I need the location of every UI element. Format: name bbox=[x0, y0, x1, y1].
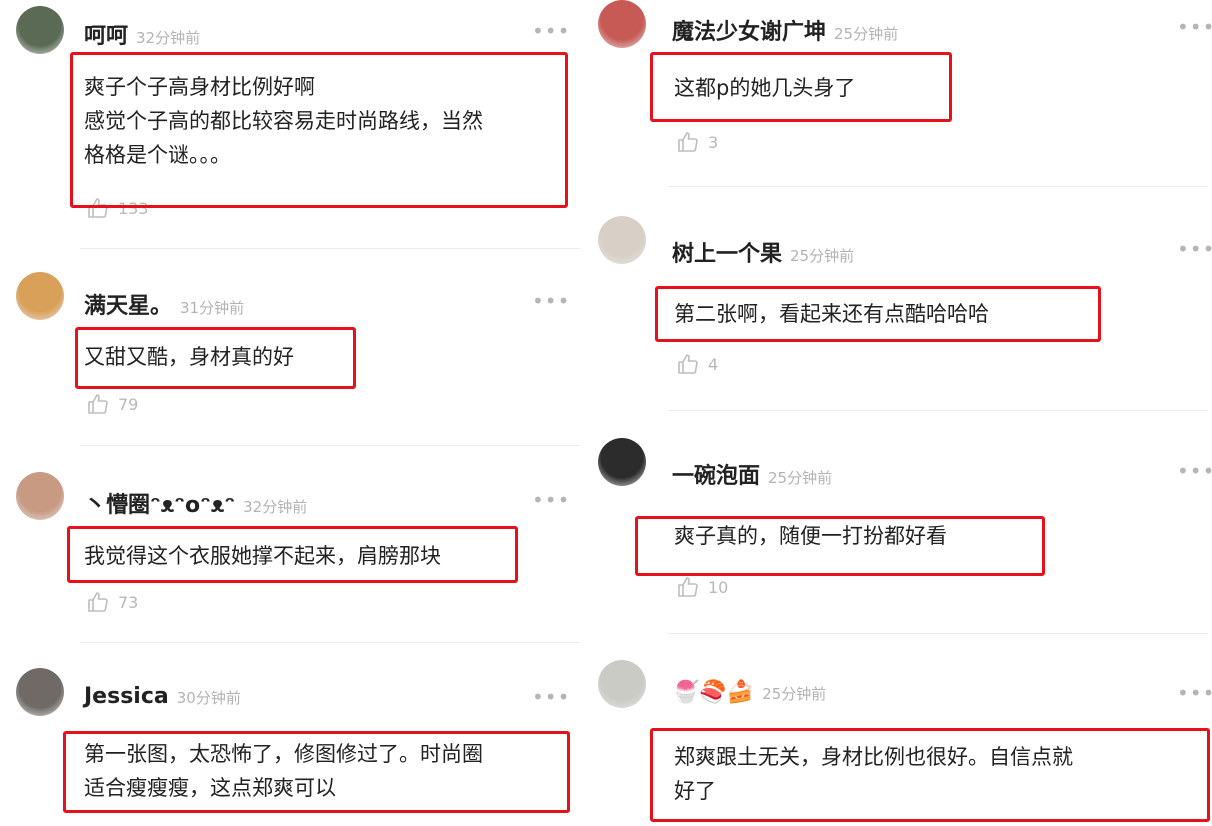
avatar[interactable] bbox=[16, 6, 64, 54]
timestamp: 30分钟前 bbox=[176, 689, 241, 707]
comment-header: Jessica 30分钟前 bbox=[84, 684, 241, 709]
timestamp: 25分钟前 bbox=[834, 25, 899, 43]
timestamp: 25分钟前 bbox=[768, 469, 833, 487]
thumbs-up-icon bbox=[676, 575, 708, 599]
username[interactable]: 呵呵 bbox=[84, 18, 128, 50]
column-divider bbox=[585, 0, 592, 826]
like-count: 79 bbox=[118, 394, 139, 414]
highlight-box bbox=[70, 52, 568, 208]
username[interactable]: 一碗泡面 bbox=[672, 458, 760, 490]
highlight-box bbox=[650, 728, 1210, 822]
like-count: 10 bbox=[708, 577, 729, 597]
comment-header: 🍧🍣🍰 25分钟前 bbox=[672, 680, 826, 705]
timestamp: 25分钟前 bbox=[762, 685, 827, 703]
timestamp: 25分钟前 bbox=[790, 247, 855, 265]
thumbs-up-icon bbox=[86, 392, 118, 416]
username[interactable]: 魔法少女谢广坤 bbox=[672, 14, 826, 46]
more-options-icon[interactable]: ••• bbox=[1177, 17, 1212, 37]
more-options-icon[interactable]: ••• bbox=[532, 687, 570, 707]
highlight-box bbox=[67, 526, 518, 583]
highlight-box bbox=[63, 731, 570, 813]
like-button[interactable]: 79 bbox=[86, 392, 138, 416]
avatar[interactable] bbox=[598, 216, 646, 264]
timestamp: 32分钟前 bbox=[136, 29, 201, 47]
like-count: 4 bbox=[708, 354, 719, 374]
more-options-icon[interactable]: ••• bbox=[532, 490, 570, 510]
more-options-icon[interactable]: ••• bbox=[1177, 239, 1212, 259]
comment-header: 树上一个果 25分钟前 bbox=[672, 236, 854, 268]
comment-divider bbox=[668, 633, 1208, 634]
username[interactable]: Jessica bbox=[84, 684, 169, 709]
highlight-box bbox=[75, 327, 356, 389]
comment-header: 魔法少女谢广坤 25分钟前 bbox=[672, 14, 898, 46]
more-options-icon[interactable]: ••• bbox=[1177, 461, 1212, 481]
username[interactable]: 满天星。 bbox=[84, 288, 172, 320]
username[interactable]: 丶懵圈ᵔᴥᵔoᵔᴥᵔ bbox=[84, 487, 235, 519]
avatar[interactable] bbox=[16, 472, 64, 520]
like-count: 73 bbox=[118, 592, 139, 612]
comment-divider bbox=[80, 445, 580, 446]
more-options-icon[interactable]: ••• bbox=[532, 291, 570, 311]
comment-divider bbox=[668, 410, 1208, 411]
avatar[interactable] bbox=[16, 272, 64, 320]
comment-header: 丶懵圈ᵔᴥᵔoᵔᴥᵔ 32分钟前 bbox=[84, 487, 307, 519]
thumbs-up-icon bbox=[676, 352, 708, 376]
left-comment-column: 呵呵 32分钟前 ••• 爽子个子高身材比例好啊 感觉个子高的都比较容易走时尚路线，当然… bbox=[0, 0, 585, 826]
comment-divider bbox=[80, 248, 580, 249]
username[interactable]: 树上一个果 bbox=[672, 236, 782, 268]
thumbs-up-icon bbox=[676, 130, 708, 154]
highlight-box bbox=[635, 516, 1045, 576]
more-options-icon[interactable]: ••• bbox=[532, 21, 570, 41]
timestamp: 31分钟前 bbox=[180, 299, 245, 317]
comment-header: 满天星。 31分钟前 bbox=[84, 288, 244, 320]
comment-divider bbox=[668, 186, 1208, 187]
comment-header: 一碗泡面 25分钟前 bbox=[672, 458, 832, 490]
more-options-icon[interactable]: ••• bbox=[1177, 683, 1212, 703]
avatar[interactable] bbox=[16, 668, 64, 716]
comment-divider bbox=[80, 642, 580, 643]
like-button[interactable]: 3 bbox=[676, 130, 718, 154]
highlight-box bbox=[655, 286, 1101, 342]
like-count: 3 bbox=[708, 132, 719, 152]
like-button[interactable]: 10 bbox=[676, 575, 728, 599]
right-comment-column: 魔法少女谢广坤 25分钟前 ••• 这都p的她几头身了 3 树上一个果 25分钟前 ••• 第二… bbox=[592, 0, 1212, 826]
comment-header: 呵呵 32分钟前 bbox=[84, 18, 200, 50]
username[interactable]: 🍧🍣🍰 bbox=[672, 680, 754, 705]
highlight-box bbox=[650, 52, 952, 122]
avatar[interactable] bbox=[598, 438, 646, 486]
avatar[interactable] bbox=[598, 0, 646, 48]
like-button[interactable]: 4 bbox=[676, 352, 718, 376]
thumbs-up-icon bbox=[86, 590, 118, 614]
timestamp: 32分钟前 bbox=[243, 498, 308, 516]
avatar[interactable] bbox=[598, 660, 646, 708]
like-button[interactable]: 73 bbox=[86, 590, 138, 614]
